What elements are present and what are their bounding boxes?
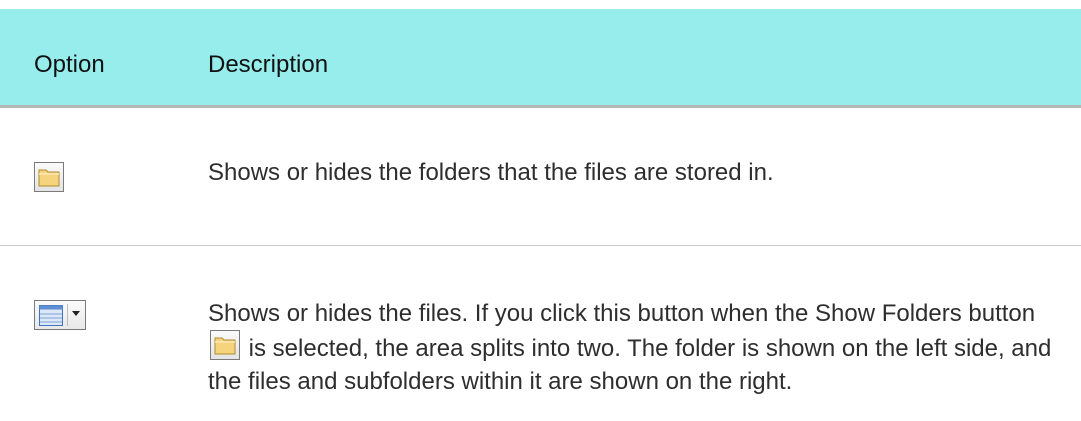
show-folders-icon xyxy=(210,330,240,360)
table-row: Shows or hides the files. If you click t… xyxy=(0,246,1081,421)
show-folders-icon xyxy=(34,162,64,192)
split-separator xyxy=(67,304,68,326)
header-option: Option xyxy=(34,51,105,78)
row-description: Shows or hides the files. If you click t… xyxy=(208,297,1058,398)
description-text-part1: Shows or hides the files. If you click t… xyxy=(208,300,1036,327)
option-cell xyxy=(34,300,86,335)
chevron-down-icon xyxy=(72,311,80,316)
row-description: Shows or hides the folders that the file… xyxy=(208,159,774,186)
header-description: Description xyxy=(208,51,329,78)
table-row: Shows or hides the folders that the file… xyxy=(0,108,1081,246)
table-header: Option Description xyxy=(0,9,1081,108)
option-cell xyxy=(34,162,64,192)
show-files-icon xyxy=(34,300,86,330)
description-text-part2: is selected, the area splits into two. T… xyxy=(208,335,1052,395)
